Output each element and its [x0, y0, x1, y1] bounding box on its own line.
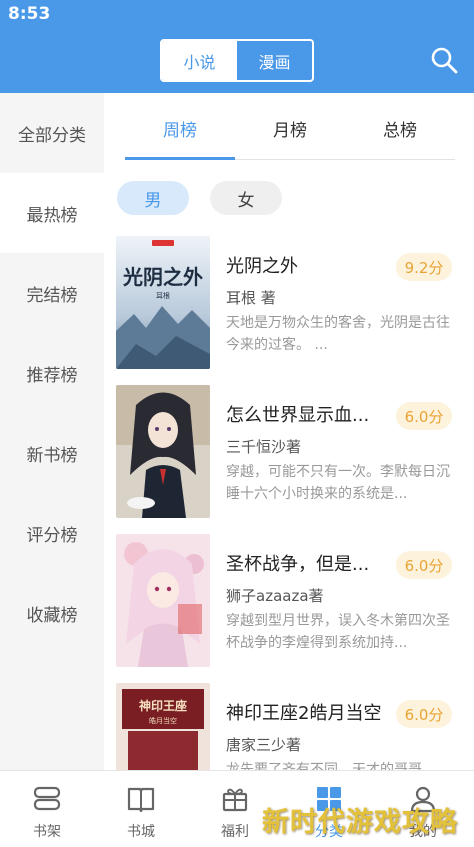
- book-author: 三千恒沙著: [226, 438, 302, 456]
- sidebar-item-recommended[interactable]: 推荐榜: [0, 333, 104, 413]
- sidebar-item-all-categories[interactable]: 全部分类: [0, 93, 104, 173]
- book-title: 怎么世界显示血...: [226, 405, 370, 426]
- sidebar-item-completed[interactable]: 完结榜: [0, 253, 104, 333]
- tab-overall[interactable]: 总榜: [345, 93, 455, 163]
- sidebar-item-hottest[interactable]: 最热榜: [0, 173, 104, 253]
- tab-weekly[interactable]: 周榜: [125, 93, 235, 163]
- sidebar-item-favorites[interactable]: 收藏榜: [0, 573, 104, 653]
- search-icon[interactable]: [429, 45, 459, 75]
- cover-subtitle-text: 皓月当空: [149, 716, 177, 725]
- book-description: 天地是万物众生的客舍，光阴是古往今来的过客。 ...: [226, 315, 450, 353]
- nav-label: 书城: [127, 824, 155, 840]
- gender-female-chip[interactable]: 女: [210, 181, 282, 215]
- segment-novel[interactable]: 小说: [162, 41, 237, 80]
- book-cover: 光阴之外 耳根: [116, 236, 210, 369]
- watermark-text: 新时代游戏攻略: [262, 807, 458, 838]
- book-description: 穿越到型月世界，误入冬木第四次圣杯战争的李煌得到系统加持...: [226, 613, 450, 651]
- book-list-item[interactable]: 光阴之外 耳根 光阴之外 9.2分 耳根 著 天地是万物众生的客舍，光阴是古往今…: [116, 236, 466, 371]
- book-title: 神印王座2皓月当空: [226, 703, 382, 724]
- app-header: 8:53 小说 漫画: [0, 0, 474, 93]
- status-time: 8:53: [8, 4, 51, 24]
- book-cover: [116, 534, 210, 667]
- book-author: 狮子azaaza著: [226, 587, 324, 605]
- cover-title-text: 神印王座: [139, 698, 187, 713]
- nav-bookshelf[interactable]: 书架: [0, 771, 94, 847]
- book-score-badge: 9.2分: [396, 253, 452, 281]
- book-score-badge: 6.0分: [396, 700, 452, 728]
- book-list-item[interactable]: 怎么世界显示血... 6.0分 三千恒沙著 穿越，可能不只有一次。李默每日沉睡十…: [116, 385, 466, 520]
- cover-title-text: 光阴之外: [122, 265, 203, 289]
- content-type-switch: 小说 漫画: [160, 39, 314, 82]
- book-author: 耳根 著: [226, 289, 276, 307]
- tab-active-indicator: [125, 157, 235, 160]
- nav-label: 书架: [33, 824, 61, 840]
- nav-bookstore[interactable]: 书城: [94, 771, 188, 847]
- book-open-icon: [127, 787, 155, 813]
- tab-monthly[interactable]: 月榜: [235, 93, 345, 163]
- book-author: 唐家三少著: [226, 736, 302, 754]
- cover-author-text: 耳根: [156, 291, 170, 300]
- book-list-item[interactable]: 圣杯战争，但是... 6.0分 狮子azaaza著 穿越到型月世界，误入冬木第四…: [116, 534, 466, 669]
- bookshelf-icon: [33, 786, 61, 811]
- book-title: 圣杯战争，但是...: [226, 554, 370, 575]
- book-score-badge: 6.0分: [396, 551, 452, 579]
- period-tabs: 周榜 月榜 总榜: [125, 93, 455, 163]
- gender-male-chip[interactable]: 男: [117, 181, 189, 215]
- gift-icon: [222, 788, 248, 812]
- book-title: 光阴之外: [226, 256, 298, 277]
- book-score-badge: 6.0分: [396, 402, 452, 430]
- book-cover: [116, 385, 210, 518]
- segment-comic[interactable]: 漫画: [237, 41, 312, 80]
- book-description: 穿越，可能不只有一次。李默每日沉睡十六个小时换来的系统是...: [226, 464, 450, 502]
- ranking-sidebar: 全部分类 最热榜 完结榜 推荐榜 新书榜 评分榜 收藏榜: [0, 93, 104, 770]
- sidebar-item-new-books[interactable]: 新书榜: [0, 413, 104, 493]
- sidebar-item-rating[interactable]: 评分榜: [0, 493, 104, 573]
